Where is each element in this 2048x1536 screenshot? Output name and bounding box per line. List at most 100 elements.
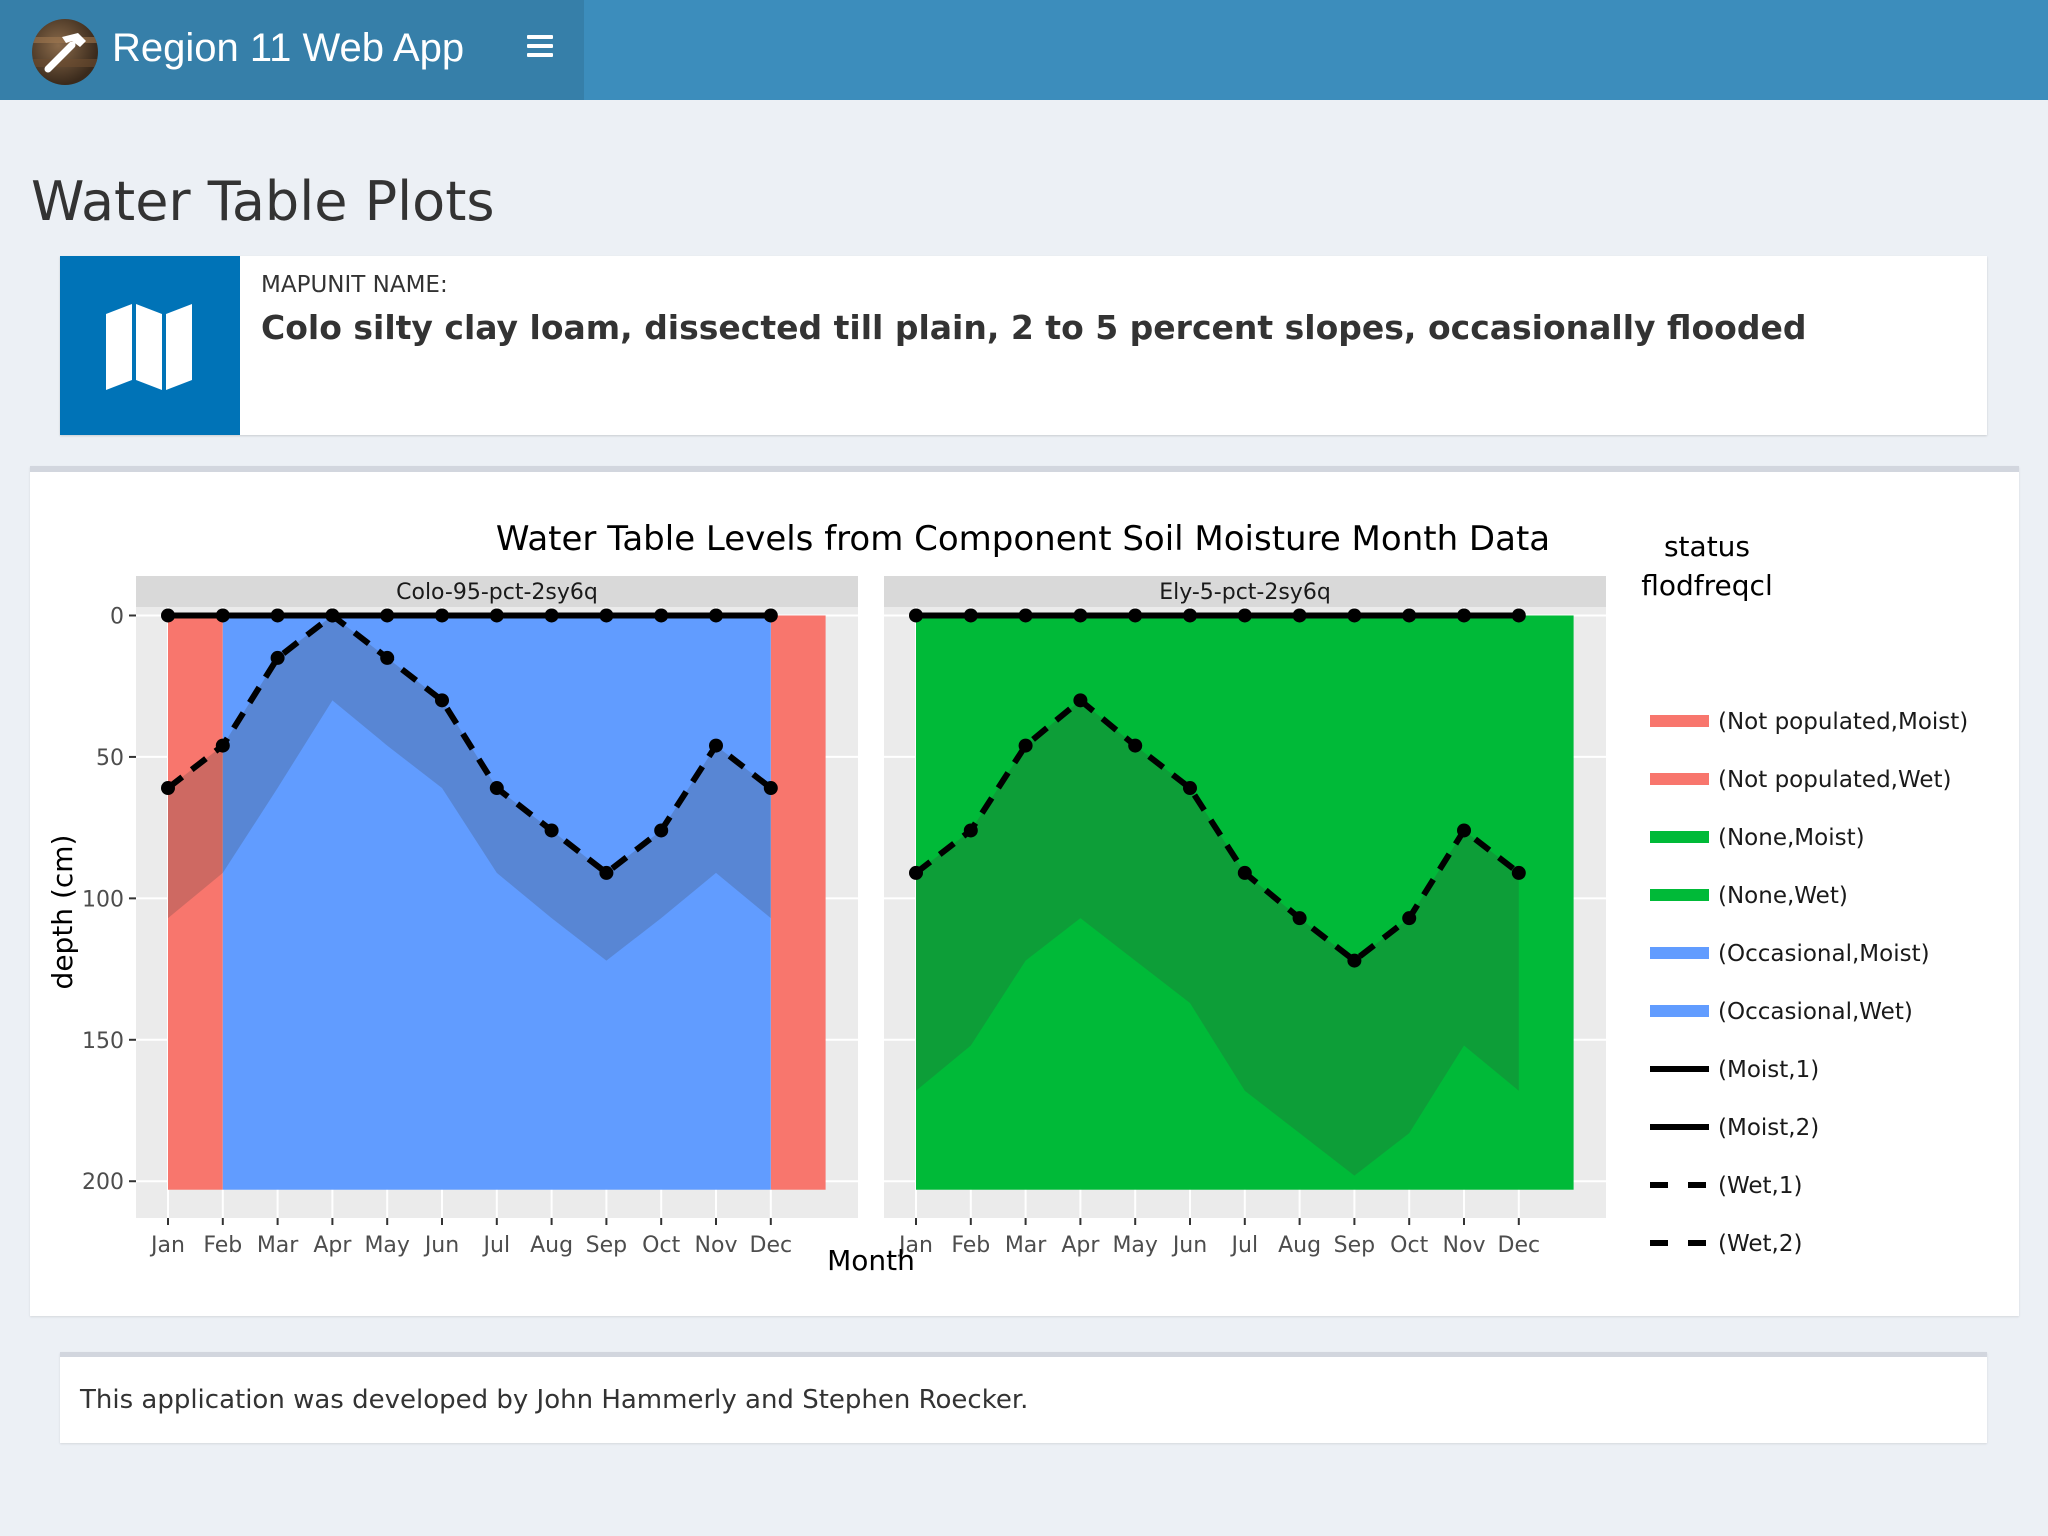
y-tick-label: 200 — [82, 1170, 124, 1195]
x-tick-label: Jun — [1171, 1233, 1207, 1258]
x-tick-label: Oct — [642, 1233, 680, 1258]
y-tick-label: 100 — [82, 887, 124, 912]
app-title[interactable]: Region 11 Web App — [112, 26, 464, 71]
x-tick-label: Nov — [1443, 1233, 1486, 1258]
moist-point — [1402, 608, 1417, 623]
wet-point — [709, 738, 723, 753]
legend-title-line2: flodfreqcl — [1641, 569, 1772, 602]
moist-point — [270, 608, 285, 623]
footer-box: This application was developed by John H… — [60, 1352, 1987, 1443]
band-not-populated — [770, 615, 826, 1190]
legend-key-fill — [1650, 831, 1709, 843]
moist-point — [1511, 608, 1526, 623]
x-tick-label: Feb — [951, 1233, 990, 1258]
legend-key-fill — [1650, 1005, 1709, 1017]
x-tick-label: Dec — [750, 1233, 793, 1258]
moist-point — [544, 608, 559, 623]
wet-point — [380, 650, 395, 665]
moist-point — [1237, 608, 1252, 623]
x-axis-title: Month — [827, 1244, 915, 1277]
x-tick-label: Jan — [149, 1233, 185, 1258]
moist-point — [489, 608, 504, 623]
legend-item-label: (Moist,1) — [1718, 1057, 1819, 1083]
moist-point — [763, 608, 778, 623]
brand-area[interactable]: Region 11 Web App — [0, 0, 584, 100]
legend-item-label: (Wet,2) — [1718, 1231, 1802, 1257]
x-tick-label: Nov — [695, 1233, 738, 1258]
legend-item-label: (Moist,2) — [1718, 1115, 1819, 1141]
wet-point — [963, 823, 978, 838]
wet-point — [1073, 693, 1088, 708]
legend-item-label: (Occasional,Moist) — [1718, 941, 1930, 967]
legend-key-fill — [1650, 715, 1709, 727]
wet-point — [654, 823, 669, 838]
wet-point — [489, 781, 504, 796]
facet-strip-label: Ely-5-pct-2sy6q — [1159, 580, 1331, 605]
x-tick-label: Jul — [1230, 1233, 1259, 1258]
x-tick-label: Mar — [257, 1233, 299, 1258]
x-tick-label: May — [1112, 1233, 1157, 1258]
x-tick-label: Sep — [1334, 1233, 1375, 1258]
moist-point — [963, 608, 978, 623]
wet-point — [1237, 865, 1252, 880]
x-tick-label: Dec — [1498, 1233, 1541, 1258]
wet-point — [763, 781, 778, 796]
x-tick-label: Sep — [586, 1233, 627, 1258]
moist-point — [1183, 608, 1197, 623]
wet-point — [1457, 823, 1471, 838]
moist-point — [599, 608, 614, 623]
legend-item-label: (Not populated,Moist) — [1718, 709, 1968, 735]
moist-point — [709, 608, 723, 623]
water-table-chart: Water Table Levels from Component Soil M… — [46, 519, 1968, 1277]
wet-point — [215, 738, 230, 753]
legend-item-label: (Wet,1) — [1718, 1173, 1802, 1199]
legend-item-label: (Not populated,Wet) — [1718, 767, 1952, 793]
chart-box: Water Table Levels from Component Soil M… — [30, 466, 2019, 1316]
y-tick-label: 50 — [96, 746, 124, 771]
legend-item-label: (Occasional,Wet) — [1718, 999, 1913, 1025]
footer-credits: This application was developed by John H… — [80, 1385, 1029, 1415]
wet-point — [1128, 738, 1143, 753]
moist-point — [1018, 608, 1033, 623]
moist-point — [161, 608, 175, 623]
legend-key-fill — [1650, 773, 1709, 785]
mapunit-info-box: Mapunit Name: Colo silty clay loam, diss… — [60, 256, 1987, 435]
wet-point — [435, 693, 449, 708]
legend-title-line1: status — [1664, 530, 1750, 563]
x-tick-label: Apr — [1061, 1233, 1100, 1258]
wet-point — [1402, 911, 1417, 926]
moist-point — [1292, 608, 1307, 623]
facet-strip-label: Colo-95-pct-2sy6q — [396, 580, 598, 605]
legend-key-fill — [1650, 889, 1709, 901]
wet-point — [599, 865, 614, 880]
x-tick-label: Mar — [1005, 1233, 1047, 1258]
hamburger-menu-icon[interactable] — [520, 30, 560, 70]
moist-point — [380, 608, 395, 623]
moist-point — [909, 608, 923, 623]
wet-point — [909, 865, 923, 880]
mapunit-name: Colo silty clay loam, dissected till pla… — [261, 308, 1807, 347]
map-icon — [60, 256, 240, 435]
legend-item-label: (None,Wet) — [1718, 883, 1848, 909]
y-tick-label: 0 — [110, 604, 124, 629]
wet-point — [544, 823, 559, 838]
moist-point — [1073, 608, 1088, 623]
x-tick-label: Jul — [482, 1233, 511, 1258]
wet-point — [1292, 911, 1307, 926]
moist-point — [654, 608, 669, 623]
x-tick-label: Oct — [1390, 1233, 1428, 1258]
y-tick-label: 150 — [82, 1029, 124, 1054]
x-tick-label: Aug — [530, 1233, 573, 1258]
x-tick-label: May — [364, 1233, 409, 1258]
moist-point — [215, 608, 230, 623]
x-tick-label: Aug — [1278, 1233, 1321, 1258]
moist-point — [435, 608, 449, 623]
x-tick-label: Jun — [423, 1233, 459, 1258]
x-tick-label: Feb — [203, 1233, 242, 1258]
moist-point — [1128, 608, 1143, 623]
wet-point — [325, 608, 340, 623]
wet-point — [1347, 953, 1362, 968]
wet-point — [1183, 781, 1197, 796]
chart-title: Water Table Levels from Component Soil M… — [496, 519, 1550, 559]
wet-point — [1511, 865, 1526, 880]
